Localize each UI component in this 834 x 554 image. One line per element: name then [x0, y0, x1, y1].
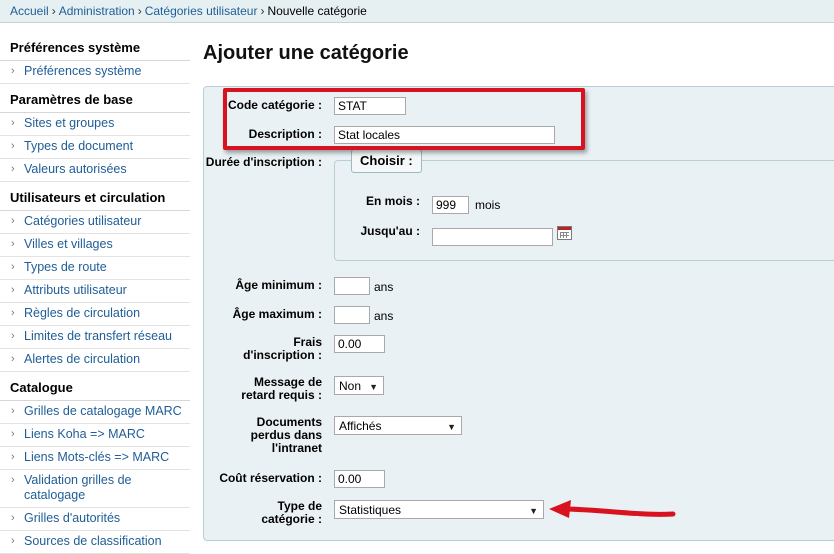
chevron-down-icon: ▼	[529, 506, 538, 516]
chevron-right-icon: ›	[11, 330, 15, 342]
lost-items-label: Documents perdus dans l'intranet	[250, 415, 322, 455]
sidebar-section-title: Utilisateurs et circulation	[0, 186, 190, 211]
breadcrumb-separator: ›	[260, 4, 265, 18]
chevron-right-icon: ›	[11, 353, 15, 365]
age-max-unit: ans	[374, 309, 394, 323]
duration-label: Durée d'inscription :	[205, 155, 322, 169]
overdue-notice-label: Message de retard requis :	[241, 375, 322, 402]
age-max-input[interactable]	[334, 306, 370, 324]
chevron-right-icon: ›	[11, 215, 15, 227]
choose-legend: Choisir :	[351, 149, 422, 173]
calendar-icon[interactable]	[557, 226, 572, 240]
sidebar-item-koha-marc-links[interactable]: › Liens Koha => MARC	[0, 424, 190, 447]
breadcrumb-home-link[interactable]: Accueil	[10, 4, 49, 18]
category-type-label: Type de catégorie :	[261, 499, 322, 526]
sidebar-section-title: Préférences système	[0, 36, 190, 61]
lost-items-select[interactable]: Affichés ▼	[334, 416, 462, 435]
chevron-right-icon: ›	[11, 512, 15, 524]
sidebar-item-authority-frameworks[interactable]: › Grilles d'autorités	[0, 508, 190, 531]
category-type-select[interactable]: Statistiques ▼	[334, 500, 544, 519]
category-type-value: Statistiques	[339, 503, 402, 517]
chevron-right-icon: ›	[11, 474, 15, 486]
chevron-right-icon: ›	[11, 163, 15, 175]
duration-fieldset: Choisir : En mois : 999 mois Jusqu'au :	[334, 149, 834, 261]
chevron-right-icon: ›	[11, 238, 15, 250]
chevron-right-icon: ›	[11, 261, 15, 273]
chevron-down-icon: ▼	[369, 382, 378, 392]
admin-sidebar: Préférences système › Préférences système…	[0, 36, 190, 554]
overdue-notice-select[interactable]: Non ▼	[334, 376, 384, 395]
breadcrumb-separator: ›	[51, 4, 56, 18]
months-input[interactable]: 999	[432, 196, 469, 214]
reserve-fee-label: Coût réservation :	[219, 471, 322, 485]
age-min-label: Âge minimum :	[235, 278, 322, 292]
reserve-fee-input[interactable]: 0.00	[334, 470, 385, 488]
page-title: Ajouter une catégorie	[203, 42, 409, 64]
chevron-right-icon: ›	[11, 65, 15, 77]
sidebar-item-transfer-limits[interactable]: › Limites de transfert réseau	[0, 326, 190, 349]
sidebar-item-framework-validation[interactable]: › Validation grilles de catalogage	[0, 470, 190, 508]
sidebar-item-marc-frameworks[interactable]: › Grilles de catalogage MARC	[0, 401, 190, 424]
red-arrow-icon	[549, 500, 676, 518]
chevron-right-icon: ›	[11, 307, 15, 319]
age-min-input[interactable]	[334, 277, 370, 295]
category-form: Code catégorie : STAT Description : Stat…	[203, 86, 834, 541]
chevron-right-icon: ›	[11, 535, 15, 547]
sidebar-item-patron-attributes[interactable]: › Attributs utilisateur	[0, 280, 190, 303]
sidebar-item-road-types[interactable]: › Types de route	[0, 257, 190, 280]
sidebar-item-classification-sources[interactable]: › Sources de classification	[0, 531, 190, 554]
lost-items-value: Affichés	[339, 419, 382, 433]
overdue-notice-value: Non	[339, 379, 362, 393]
sidebar-item-circulation-rules[interactable]: › Règles de circulation	[0, 303, 190, 326]
chevron-right-icon: ›	[11, 451, 15, 463]
until-label: Jusqu'au :	[360, 224, 420, 238]
sidebar-item-libraries-groups[interactable]: › Sites et groupes	[0, 113, 190, 136]
months-unit: mois	[475, 198, 501, 212]
sidebar-item-system-preferences[interactable]: › Préférences système	[0, 61, 190, 84]
breadcrumb-patron-categories-link[interactable]: Catégories utilisateur	[145, 4, 258, 18]
chevron-right-icon: ›	[11, 140, 15, 152]
breadcrumb-administration-link[interactable]: Administration	[59, 4, 135, 18]
sidebar-item-cities[interactable]: › Villes et villages	[0, 234, 190, 257]
sidebar-item-circulation-alerts[interactable]: › Alertes de circulation	[0, 349, 190, 372]
sidebar-item-keyword-marc-links[interactable]: › Liens Mots-clés => MARC	[0, 447, 190, 470]
age-max-label: Âge maximum :	[232, 307, 322, 321]
chevron-right-icon: ›	[11, 117, 15, 129]
chevron-down-icon: ▼	[447, 422, 456, 432]
fee-label: Frais d'inscription :	[243, 335, 322, 362]
breadcrumb-separator: ›	[137, 4, 142, 18]
sidebar-section-title: Paramètres de base	[0, 88, 190, 113]
sidebar-item-authorized-values[interactable]: › Valeurs autorisées	[0, 159, 190, 182]
sidebar-item-patron-categories[interactable]: › Catégories utilisateur	[0, 211, 190, 234]
months-label: En mois :	[365, 194, 420, 208]
chevron-right-icon: ›	[11, 428, 15, 440]
age-min-unit: ans	[374, 280, 394, 294]
sidebar-section-title: Catalogue	[0, 376, 190, 401]
breadcrumb: Accueil › Administration › Catégories utilis…	[0, 0, 834, 23]
chevron-right-icon: ›	[11, 284, 15, 296]
highlight-box	[223, 88, 585, 150]
sidebar-item-item-types[interactable]: › Types de document	[0, 136, 190, 159]
chevron-right-icon: ›	[11, 405, 15, 417]
enrollment-fee-input[interactable]: 0.00	[334, 335, 385, 353]
breadcrumb-current: Nouvelle catégorie	[267, 4, 367, 18]
until-date-input[interactable]	[432, 228, 553, 246]
